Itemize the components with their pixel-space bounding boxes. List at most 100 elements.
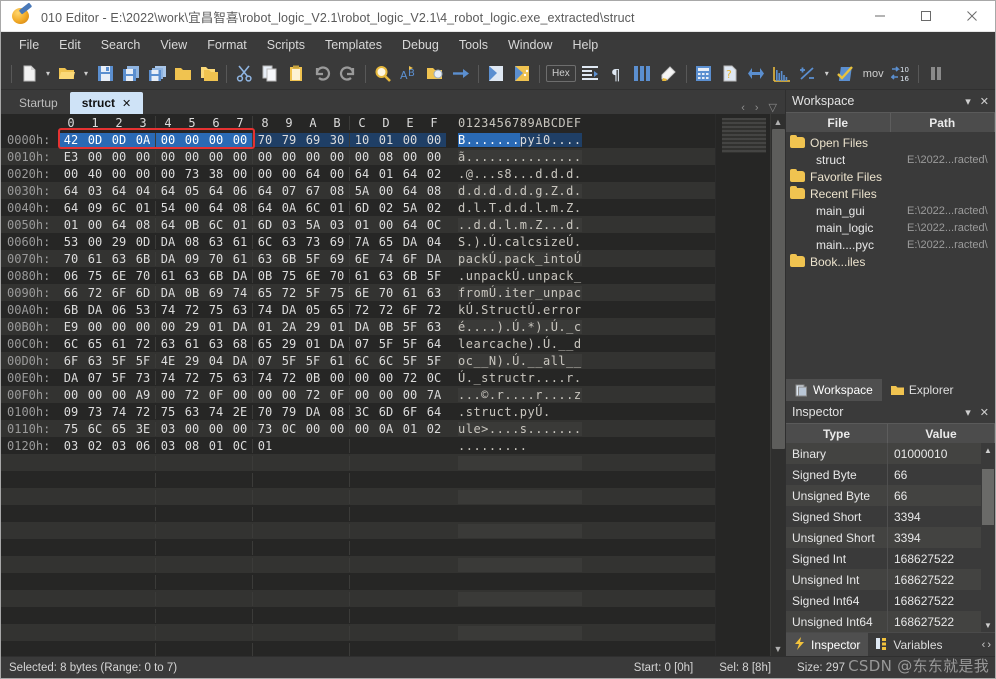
hex-byte[interactable]: 2A — [277, 320, 301, 334]
hex-byte[interactable]: 00 — [277, 150, 301, 164]
hex-byte[interactable]: 73 — [301, 235, 325, 249]
close-button[interactable] — [949, 1, 995, 32]
workspace-list-item[interactable]: main_gui E:\2022...racted\ — [786, 202, 995, 219]
hex-byte[interactable]: 2E — [228, 405, 252, 419]
hex-row[interactable]: 0100h: 09 73 74 72 75 63 74 2E 70 79 DA 08 3C 6D 6F 64 .s… — [1, 403, 715, 420]
inspector-scroll-down-icon[interactable]: ▼ — [981, 618, 995, 632]
menu-templates[interactable]: Templates — [315, 34, 392, 56]
hex-byte[interactable]: 00 — [131, 320, 155, 334]
hex-byte[interactable]: 72 — [350, 303, 374, 317]
hex-byte[interactable]: 65 — [374, 235, 398, 249]
hex-byte[interactable]: 61 — [228, 235, 252, 249]
hex-byte[interactable]: DA — [83, 303, 107, 317]
hex-row[interactable]: 00D0h: 6F 63 5F 5F 4E 29 04 DA 07 5F 5F 61 6C 6C 5F 5F oc… — [1, 352, 715, 369]
hex-byte[interactable]: 0D — [131, 235, 155, 249]
hex-byte[interactable]: DA — [228, 354, 252, 368]
redo-icon[interactable] — [335, 61, 361, 87]
hex-byte[interactable]: 72 — [374, 303, 398, 317]
ascii-text[interactable]: ...©.r....r....z — [458, 387, 582, 402]
hex-byte[interactable]: 06 — [228, 184, 252, 198]
hex-byte[interactable]: 08 — [131, 218, 155, 232]
hex-byte[interactable]: 5F — [277, 354, 301, 368]
hex-byte[interactable]: 72 — [277, 371, 301, 385]
workspace-list-item[interactable]: main_logic E:\2022...racted\ — [786, 219, 995, 236]
hex-byte[interactable]: 03 — [83, 184, 107, 198]
hex-byte[interactable]: 29 — [180, 354, 204, 368]
tab-startup[interactable]: Startup — [7, 92, 70, 114]
hex-byte[interactable]: 00 — [374, 218, 398, 232]
hex-byte[interactable]: 7A — [350, 235, 374, 249]
inspector-row[interactable]: Binary 01000010 — [786, 443, 981, 464]
hex-byte[interactable]: 6E — [107, 269, 131, 283]
hex-byte[interactable]: 64 — [301, 167, 325, 181]
hex-byte[interactable]: 69 — [325, 252, 349, 266]
hex-byte[interactable]: 61 — [398, 286, 422, 300]
chevron-right-icon[interactable]: › — [755, 102, 759, 114]
hex-byte[interactable]: 06 — [107, 303, 131, 317]
hex-byte[interactable]: 00 — [398, 388, 422, 402]
hex-byte[interactable]: 63 — [83, 354, 107, 368]
hex-byte[interactable]: 64 — [398, 184, 422, 198]
hex-byte[interactable]: 3C — [350, 405, 374, 419]
hex-byte[interactable]: 6C — [350, 354, 374, 368]
hex-row[interactable]: 0120h: 03 02 03 06 03 08 01 0C 01 ......... — [1, 437, 715, 454]
hex-byte[interactable]: 74 — [228, 286, 252, 300]
hex-byte[interactable]: E3 — [59, 150, 83, 164]
hex-byte[interactable]: 53 — [59, 235, 83, 249]
hex-byte[interactable] — [350, 439, 374, 453]
hex-byte[interactable]: 63 — [228, 303, 252, 317]
paragraph-icon[interactable]: ¶ — [604, 61, 630, 87]
hex-byte[interactable]: 00 — [228, 150, 252, 164]
hex-byte[interactable]: 01 — [59, 218, 83, 232]
inspector-value[interactable]: 66 — [888, 485, 981, 506]
highlight-icon[interactable] — [656, 61, 682, 87]
hex-byte[interactable]: 07 — [253, 354, 277, 368]
hex-byte[interactable]: 07 — [83, 371, 107, 385]
hex-byte[interactable]: 0C — [422, 218, 446, 232]
hex-row[interactable]: 0030h: 64 03 64 04 64 05 64 06 64 07 67 08 5A 00 64 08 d.… — [1, 182, 715, 199]
workspace-list-item[interactable]: Favorite Files — [786, 168, 995, 185]
hex-byte[interactable]: 64 — [156, 184, 180, 198]
hex-byte[interactable]: 00 — [422, 132, 446, 147]
hex-byte[interactable]: 72 — [398, 371, 422, 385]
hex-byte[interactable]: 53 — [131, 303, 155, 317]
hex-byte[interactable]: 74 — [204, 405, 228, 419]
hex-byte[interactable]: 03 — [277, 218, 301, 232]
file-question-icon[interactable]: ? — [717, 61, 743, 87]
hex-byte[interactable]: 63 — [204, 337, 228, 351]
hex-byte[interactable]: DA — [325, 337, 349, 351]
hex-row[interactable]: 00A0h: 6B DA 06 53 74 72 75 63 74 DA 05 65 72 72 6F 72 kÚ… — [1, 301, 715, 318]
hex-byte[interactable]: 6C — [107, 201, 131, 215]
hex-byte[interactable]: 6C — [374, 354, 398, 368]
hex-byte[interactable]: 0B — [180, 286, 204, 300]
ascii-text[interactable]: ..d.d.l.m.Z...d. — [458, 217, 582, 232]
hex-byte[interactable]: 01 — [398, 422, 422, 436]
hex-byte[interactable]: 02 — [422, 422, 446, 436]
hex-byte[interactable]: 01 — [301, 337, 325, 351]
hex-byte[interactable]: 63 — [422, 286, 446, 300]
bottom-tab-variables[interactable]: Variables — [868, 633, 950, 657]
hex-byte[interactable]: 6F — [398, 303, 422, 317]
hex-byte[interactable]: 72 — [277, 286, 301, 300]
hex-byte[interactable]: 74 — [374, 252, 398, 266]
hex-byte[interactable]: 00 — [301, 150, 325, 164]
hex-byte[interactable]: 72 — [83, 286, 107, 300]
hex-row[interactable]: 0070h: 70 61 63 6B DA 09 70 61 63 6B 5F 69 6E 74 6F DA pa… — [1, 250, 715, 267]
inspector-scroll-thumb[interactable] — [982, 469, 994, 525]
hex-byte[interactable]: 5F — [301, 286, 325, 300]
hex-byte[interactable]: 74 — [253, 303, 277, 317]
hex-byte[interactable]: 29 — [107, 235, 131, 249]
hex-byte[interactable]: 00 — [83, 218, 107, 232]
hex-row[interactable]: 0010h: E3 00 00 00 00 00 00 00 00 00 00 00 00 08 00 00 ã.… — [1, 148, 715, 165]
new-file-icon[interactable] — [16, 61, 42, 87]
hex-byte[interactable]: 6C — [59, 337, 83, 351]
hex-byte[interactable]: 00 — [253, 388, 277, 402]
hex-byte[interactable]: 0A — [131, 132, 155, 147]
hex-byte[interactable]: 00 — [374, 184, 398, 198]
inspector-row[interactable]: Signed Int 168627522 — [786, 548, 981, 569]
hex-byte[interactable]: 08 — [180, 439, 204, 453]
histogram-icon[interactable] — [769, 61, 795, 87]
hex-byte[interactable]: 0A — [374, 422, 398, 436]
hex-byte[interactable]: 70 — [204, 252, 228, 266]
workspace-file-list[interactable]: Open Files struct E:\2022...racted\ Favorit… — [786, 132, 995, 377]
